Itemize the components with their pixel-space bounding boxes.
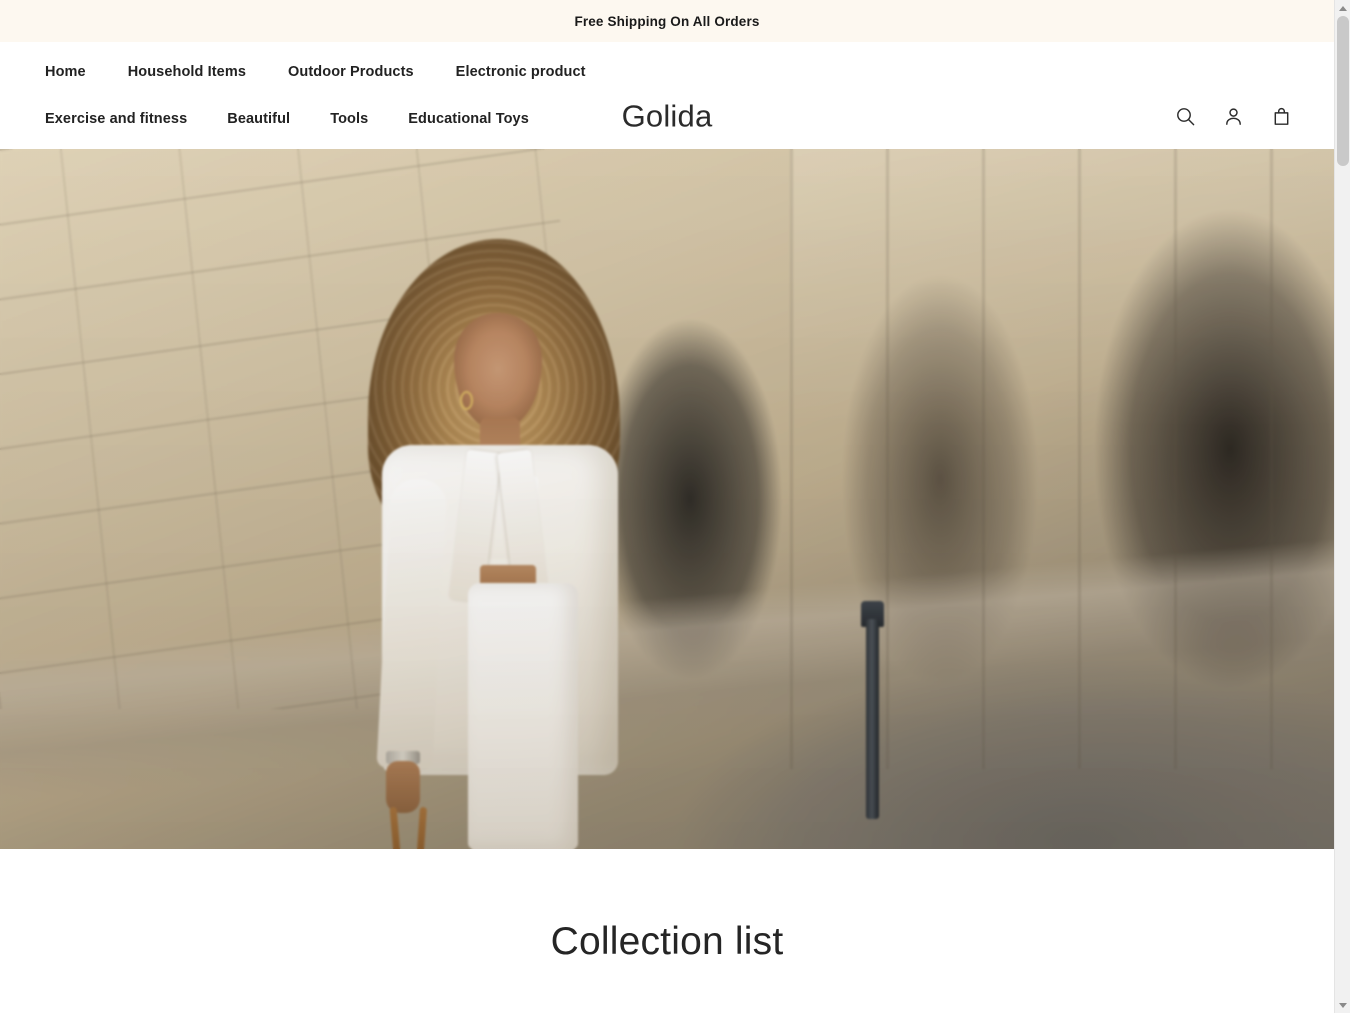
page-content: Free Shipping On All Orders Home Househo… — [0, 0, 1334, 1013]
nav-row-primary: Home Household Items Outdoor Products El… — [45, 49, 645, 96]
collection-list-title: Collection list — [550, 920, 784, 963]
search-icon[interactable] — [1170, 101, 1200, 131]
chevron-up-icon — [1339, 5, 1347, 11]
hero-banner[interactable] — [0, 149, 1334, 849]
scroll-up-button[interactable] — [1335, 0, 1350, 16]
nav-item-electronic-product[interactable]: Electronic product — [456, 64, 586, 80]
collection-list-section: Collection list — [0, 849, 1334, 1013]
hero-overlay — [0, 149, 1334, 849]
site-logo[interactable]: Golida — [0, 101, 1334, 132]
cart-icon[interactable] — [1266, 101, 1296, 131]
chevron-down-icon — [1339, 1002, 1347, 1008]
scrollbar-thumb[interactable] — [1337, 16, 1349, 166]
scroll-down-button[interactable] — [1335, 997, 1350, 1013]
nav-item-home[interactable]: Home — [45, 64, 86, 80]
announcement-text: Free Shipping On All Orders — [574, 13, 760, 29]
nav-item-household-items[interactable]: Household Items — [128, 64, 246, 80]
header-actions — [1170, 101, 1296, 131]
site-header: Home Household Items Outdoor Products El… — [0, 42, 1334, 149]
announcement-bar: Free Shipping On All Orders — [0, 0, 1334, 42]
nav-item-outdoor-products[interactable]: Outdoor Products — [288, 64, 414, 80]
page-scrollbar[interactable] — [1334, 0, 1350, 1013]
browser-viewport: Free Shipping On All Orders Home Househo… — [0, 0, 1350, 1013]
main-navigation: Home Household Items Outdoor Products El… — [45, 42, 645, 149]
account-icon[interactable] — [1218, 101, 1248, 131]
